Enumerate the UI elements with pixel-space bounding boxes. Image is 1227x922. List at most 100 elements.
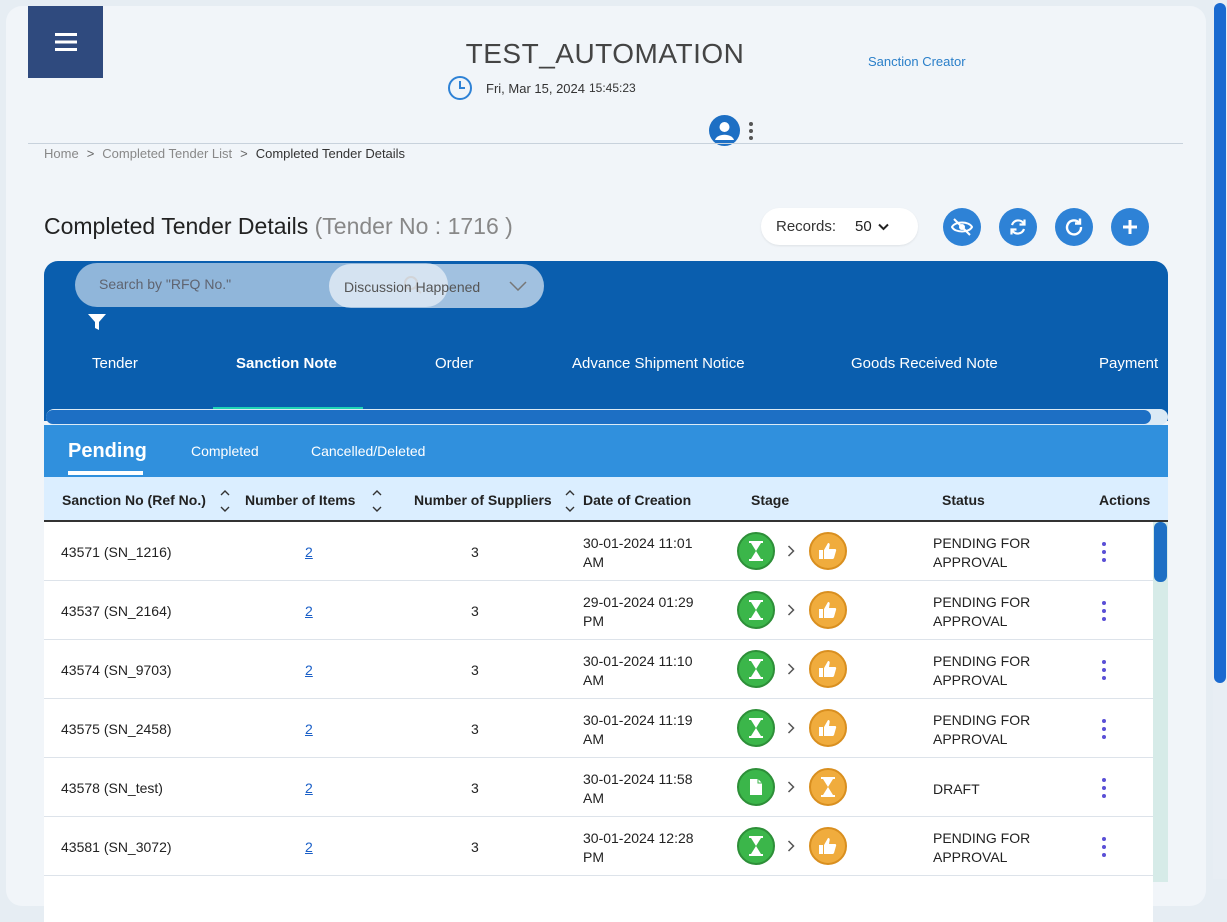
records-selector: Records: 50 — [761, 208, 918, 245]
status-line1: PENDING FOR — [933, 535, 1031, 551]
page-vertical-scrollbar[interactable] — [1213, 0, 1227, 879]
column-header-date-of-creation[interactable]: Date of Creation — [583, 492, 691, 508]
date-of-creation: 30-01-2024 11:01 AM — [583, 534, 713, 572]
table-row: 43571 (SN_1216) 2 3 30-01-2024 11:01 AM PENDI… — [44, 522, 1153, 581]
stage-next[interactable] — [809, 768, 847, 806]
number-of-items-link[interactable]: 2 — [305, 780, 313, 796]
subtab-cancelled-deleted[interactable]: Cancelled/Deleted — [311, 443, 425, 459]
hourglass-icon — [749, 659, 763, 679]
status-line1: DRAFT — [933, 781, 980, 797]
chevron-right-icon — [787, 545, 795, 557]
subtab-completed[interactable]: Completed — [191, 443, 259, 459]
stage-current[interactable] — [737, 827, 775, 865]
status-line1: PENDING FOR — [933, 830, 1031, 846]
number-of-items-link[interactable]: 2 — [305, 603, 313, 619]
hamburger-menu-button[interactable] — [28, 6, 103, 78]
thumbs-up-icon — [819, 661, 837, 677]
scrollbar-thumb[interactable] — [46, 410, 1151, 424]
document-icon — [750, 779, 762, 795]
row-actions-kebab-icon[interactable] — [1099, 778, 1109, 798]
row-actions-kebab-icon[interactable] — [1099, 542, 1109, 562]
column-header-stage: Stage — [751, 492, 790, 508]
chevron-right-icon — [787, 663, 795, 675]
status-line1: PENDING FOR — [933, 594, 1031, 610]
subtab-pending[interactable]: Pending — [68, 440, 147, 463]
column-header-number-of-items[interactable]: Number of Items — [245, 492, 355, 508]
tab-advance-shipment-notice[interactable]: Advance Shipment Notice — [572, 355, 745, 372]
add-button[interactable] — [1111, 208, 1149, 246]
number-of-items-link[interactable]: 2 — [305, 662, 313, 678]
user-menu-kebab-icon[interactable] — [749, 121, 753, 140]
hamburger-icon — [54, 33, 77, 51]
thumbs-up-icon — [819, 838, 837, 854]
number-of-suppliers: 3 — [471, 780, 479, 796]
breadcrumb-separator: > — [86, 146, 95, 161]
table-body: 43571 (SN_1216) 2 3 30-01-2024 11:01 AM PENDI… — [44, 522, 1153, 922]
hide-columns-button[interactable] — [943, 208, 981, 246]
stage-current[interactable] — [737, 709, 775, 747]
breadcrumb-completed-tender-list[interactable]: Completed Tender List — [102, 146, 232, 161]
chevron-right-icon — [787, 840, 795, 852]
sanction-no: 43571 (SN_1216) — [61, 544, 172, 560]
date-of-creation: 30-01-2024 11:19 AM — [583, 711, 713, 749]
status-line2: APPROVAL — [933, 613, 1008, 629]
number-of-suppliers: 3 — [471, 839, 479, 855]
chevron-right-icon — [787, 781, 795, 793]
records-dropdown[interactable]: 50 — [855, 218, 889, 235]
number-of-items-link[interactable]: 2 — [305, 721, 313, 737]
refresh-button[interactable] — [1055, 208, 1093, 246]
status-line1: PENDING FOR — [933, 653, 1031, 669]
tab-order[interactable]: Order — [435, 355, 473, 372]
current-time: 15:45:23 — [589, 81, 636, 95]
hourglass-icon — [749, 718, 763, 738]
stage-flow — [737, 532, 847, 570]
sanction-no: 43578 (SN_test) — [61, 780, 163, 796]
sort-icon[interactable] — [564, 488, 576, 514]
page-title-text: Completed Tender Details — [44, 213, 309, 239]
filter-icon[interactable] — [87, 312, 107, 332]
thumbs-up-icon — [819, 543, 837, 559]
tab-goods-received-note[interactable]: Goods Received Note — [851, 355, 998, 372]
user-avatar-icon[interactable] — [709, 115, 740, 146]
row-actions-kebab-icon[interactable] — [1099, 601, 1109, 621]
row-actions-kebab-icon[interactable] — [1099, 719, 1109, 739]
tabs-horizontal-scrollbar[interactable] — [46, 409, 1168, 425]
stage-current[interactable] — [737, 768, 775, 806]
sync-button[interactable] — [999, 208, 1037, 246]
stage-next[interactable] — [809, 709, 847, 747]
date-of-creation-line1: 30-01-2024 12:28 — [583, 830, 694, 846]
column-header-sanction-no[interactable]: Sanction No (Ref No.) — [62, 492, 206, 508]
stage-next[interactable] — [809, 532, 847, 570]
stage-next[interactable] — [809, 827, 847, 865]
column-header-number-of-suppliers[interactable]: Number of Suppliers — [414, 492, 552, 508]
sort-icon[interactable] — [371, 488, 383, 514]
tab-tender[interactable]: Tender — [92, 355, 138, 372]
row-actions-kebab-icon[interactable] — [1099, 837, 1109, 857]
stage-current[interactable] — [737, 591, 775, 629]
scrollbar-thumb[interactable] — [1214, 3, 1226, 683]
stage-next[interactable] — [809, 650, 847, 688]
scrollbar-thumb[interactable] — [1154, 522, 1167, 582]
number-of-items-link[interactable]: 2 — [305, 544, 313, 560]
date-of-creation-line2: PM — [583, 849, 604, 865]
row-actions-kebab-icon[interactable] — [1099, 660, 1109, 680]
stage-current[interactable] — [737, 650, 775, 688]
table-vertical-scrollbar[interactable] — [1153, 522, 1168, 882]
breadcrumb-home[interactable]: Home — [44, 146, 79, 161]
plus-icon — [1123, 220, 1137, 234]
hourglass-icon — [821, 777, 835, 797]
sort-icon[interactable] — [219, 488, 231, 514]
number-of-suppliers: 3 — [471, 721, 479, 737]
number-of-items-link[interactable]: 2 — [305, 839, 313, 855]
stage-next[interactable] — [809, 591, 847, 629]
search-input[interactable] — [99, 276, 319, 292]
tab-sanction-note[interactable]: Sanction Note — [236, 355, 337, 372]
stage-flow — [737, 650, 847, 688]
tab-payment[interactable]: Payment — [1099, 355, 1158, 372]
user-role[interactable]: Sanction Creator — [868, 54, 966, 69]
status-filter-dropdown[interactable]: Discussion Happened — [329, 264, 544, 308]
header-divider — [28, 143, 1183, 144]
date-of-creation-line2: AM — [583, 731, 604, 747]
thumbs-up-icon — [819, 602, 837, 618]
stage-current[interactable] — [737, 532, 775, 570]
